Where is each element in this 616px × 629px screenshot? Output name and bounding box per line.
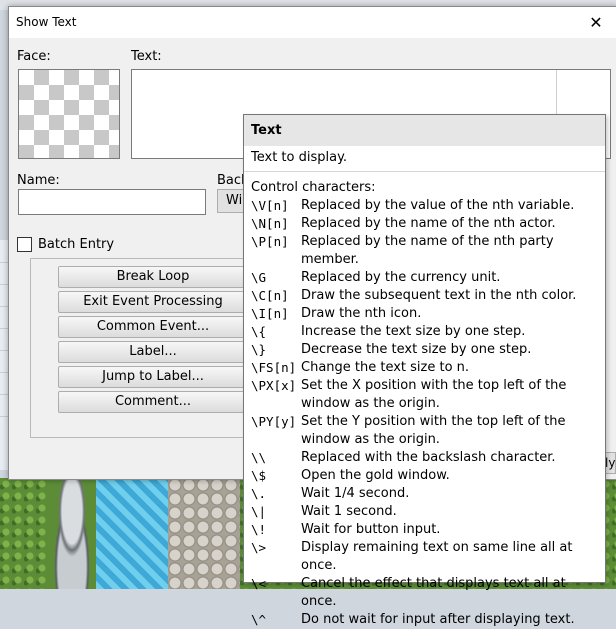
tooltip-divider <box>244 171 605 172</box>
statue-tile <box>48 478 96 589</box>
control-code-description: Replaced by the value of the nth variabl… <box>301 198 575 213</box>
face-image-picker[interactable] <box>18 69 120 159</box>
control-code-description: Increase the text size by one step. <box>301 324 526 339</box>
face-label: Face: <box>17 49 51 64</box>
control-code: \| <box>251 504 267 519</box>
name-input[interactable] <box>18 189 206 215</box>
control-code: \PX[x] <box>251 378 297 393</box>
control-code: \FS[n] <box>251 360 297 375</box>
control-code: \P[n] <box>251 234 289 249</box>
dialog-titlebar: Show Text ✕ <box>9 7 616 38</box>
control-code-row: \V[n] Replaced by the value of the nth va… <box>251 197 603 215</box>
control-code-description: Set the Y position with the top left of … <box>301 414 566 447</box>
control-code-list: \V[n] Replaced by the value of the nth va… <box>251 197 603 629</box>
control-code-row: \^ Do not wait for input after displaying… <box>251 611 603 629</box>
control-code: \N[n] <box>251 216 289 231</box>
control-code-description: Decrease the text size by one step. <box>301 342 532 357</box>
control-code-description: Wait 1 second. <box>301 504 397 519</box>
control-code-description: Set the X position with the top left of … <box>301 378 567 411</box>
control-code-description: Wait for button input. <box>301 522 441 537</box>
control-characters-tooltip: Text Text to display. Control characters… <box>243 114 606 627</box>
control-code: \} <box>251 342 267 357</box>
control-code: \I[n] <box>251 306 289 321</box>
dialog-title: Show Text <box>16 15 77 29</box>
control-code-description: Display remaining text on same line all … <box>301 540 573 573</box>
break-loop-button[interactable]: Break Loop <box>58 266 248 288</box>
control-code-row: \. Wait 1/4 second. <box>251 485 603 503</box>
control-code-row: \! Wait for button input. <box>251 521 603 539</box>
exit-event-processing-button[interactable]: Exit Event Processing <box>58 291 248 313</box>
batch-entry-checkbox[interactable] <box>17 237 32 252</box>
control-code-row: \I[n] Draw the nth icon. <box>251 305 603 323</box>
control-code-row: \$ Open the gold window. <box>251 467 603 485</box>
control-code: \G <box>251 270 267 285</box>
cobblestone-tile <box>168 478 240 589</box>
control-code-row: \FS[n] Change the text size to n. <box>251 359 603 377</box>
control-code: \> <box>251 540 267 555</box>
control-code: \V[n] <box>251 198 289 213</box>
control-code-description: Replaced with the backslash character. <box>301 450 556 465</box>
control-code-description: Cancel the effect that displays text all… <box>301 576 566 609</box>
control-code: \PY[y] <box>251 414 297 429</box>
water-tile <box>96 478 168 589</box>
tooltip-description: Text to display. <box>251 150 348 165</box>
control-code-row: \| Wait 1 second. <box>251 503 603 521</box>
tooltip-header: Text <box>244 115 605 146</box>
jump-to-label-button[interactable]: Jump to Label... <box>58 366 248 388</box>
control-code: \$ <box>251 468 267 483</box>
control-code-row: \> Display remaining text on same line al… <box>251 539 603 575</box>
control-code-description: Draw the subsequent text in the nth colo… <box>301 288 577 303</box>
close-button[interactable]: ✕ <box>583 11 609 35</box>
batch-entry-label: Batch Entry <box>38 237 115 252</box>
control-code: \^ <box>251 612 267 627</box>
control-code-description: Do not wait for input after displaying t… <box>301 612 575 627</box>
control-code-description: Draw the nth icon. <box>301 306 422 321</box>
control-code-description: Replaced by the name of the nth actor. <box>301 216 556 231</box>
control-code-description: Replaced by the currency unit. <box>301 270 501 285</box>
control-code: \! <box>251 522 267 537</box>
control-code-row: \< Cancel the effect that displays text a… <box>251 575 603 611</box>
control-code-row: \N[n] Replaced by the name of the nth act… <box>251 215 603 233</box>
control-code-description: Change the text size to n. <box>301 360 470 375</box>
tooltip-title: Text <box>251 123 282 138</box>
comment-button[interactable]: Comment... <box>58 391 248 413</box>
control-code-description: Replaced by the name of the nth party me… <box>301 234 554 267</box>
control-code-row: \G Replaced by the currency unit. <box>251 269 603 287</box>
control-code-row: \\ Replaced with the backslash character. <box>251 449 603 467</box>
control-characters-heading: Control characters: <box>251 180 376 195</box>
control-code-row: \} Decrease the text size by one step. <box>251 341 603 359</box>
control-code-row: \PX[x] Set the X position with the top le… <box>251 377 603 413</box>
name-label: Name: <box>17 173 60 188</box>
control-code: \{ <box>251 324 267 339</box>
control-code-row: \PY[y] Set the Y position with the top le… <box>251 413 603 449</box>
control-code-row: \P[n] Replaced by the name of the nth par… <box>251 233 603 269</box>
grass-tile <box>0 478 48 589</box>
control-code: \. <box>251 486 267 501</box>
control-code-description: Open the gold window. <box>301 468 450 483</box>
text-label: Text: <box>131 49 162 64</box>
control-code-description: Wait 1/4 second. <box>301 486 410 501</box>
common-event-button[interactable]: Common Event... <box>58 316 248 338</box>
control-code-row: \C[n] Draw the subsequent text in the nth… <box>251 287 603 305</box>
control-code: \C[n] <box>251 288 289 303</box>
control-code: \< <box>251 576 267 591</box>
label-button[interactable]: Label... <box>58 341 248 363</box>
control-code: \\ <box>251 450 267 465</box>
batch-entry-checkbox-row[interactable]: Batch Entry <box>17 237 114 252</box>
control-code-row: \{ Increase the text size by one step. <box>251 323 603 341</box>
